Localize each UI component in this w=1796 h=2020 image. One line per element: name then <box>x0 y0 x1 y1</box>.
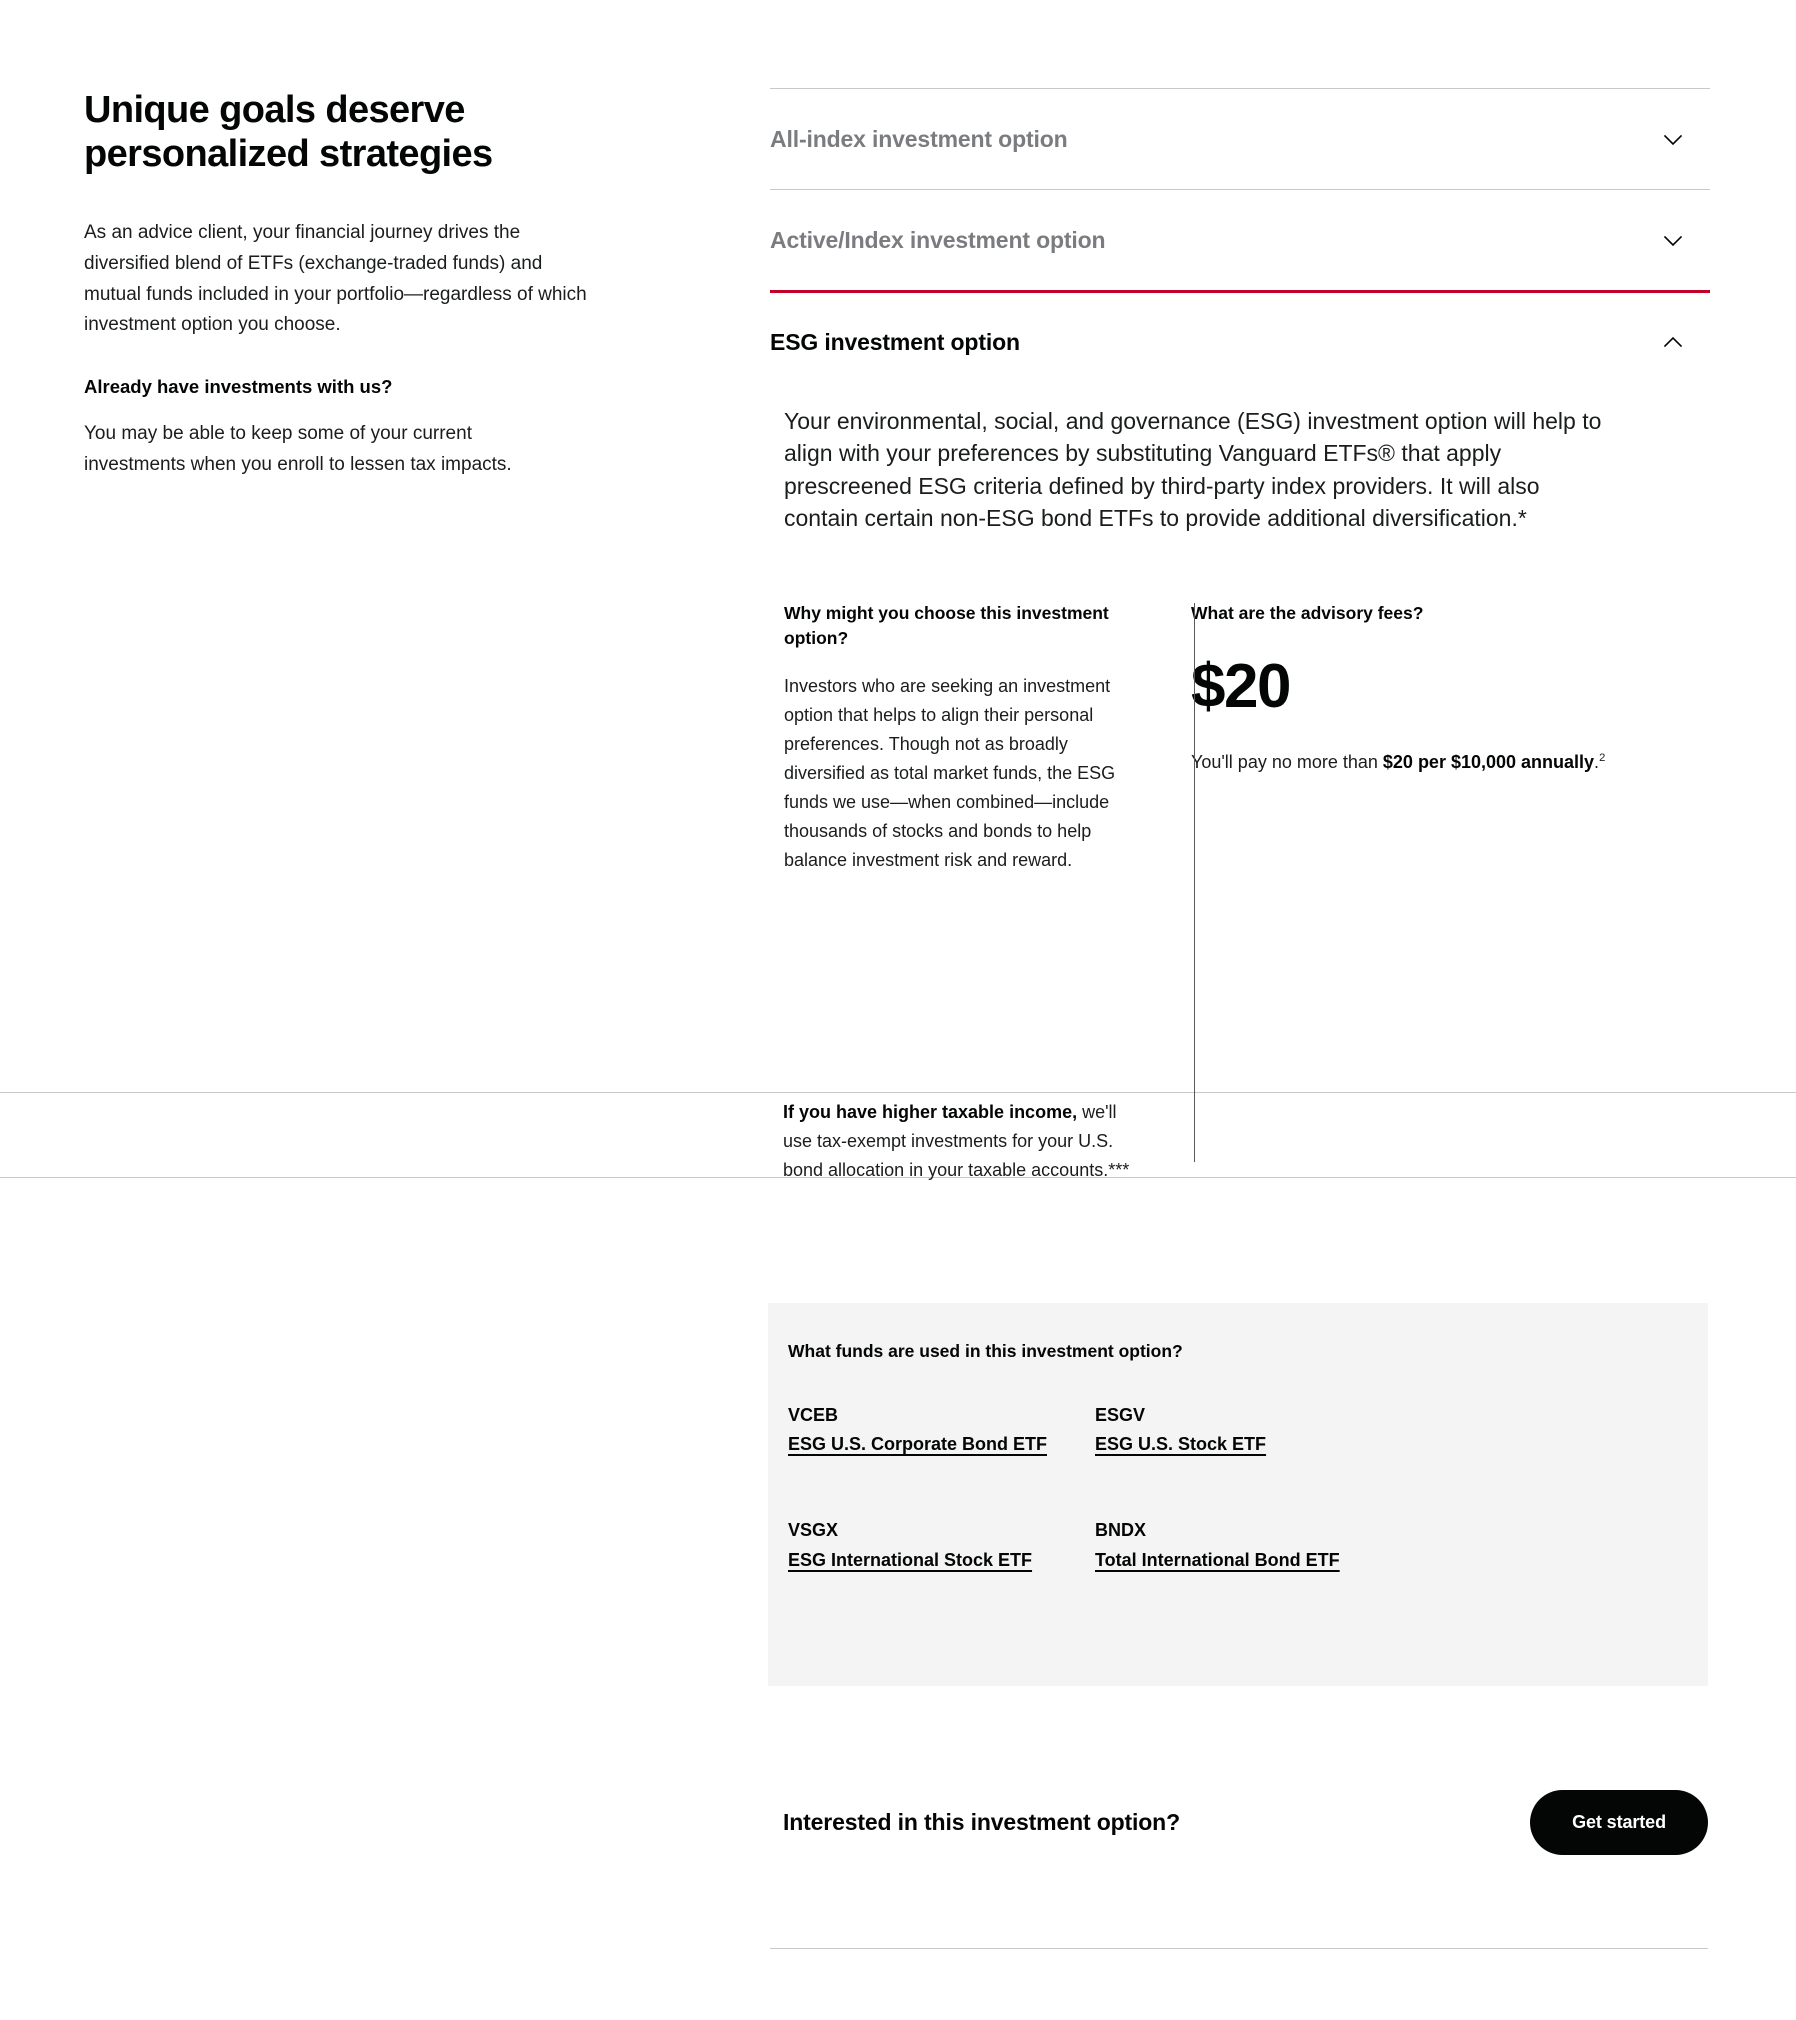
accordion-item-esg: ESG investment option Your environmental… <box>770 290 1710 1162</box>
column-divider <box>1194 602 1195 1162</box>
intro-column: Unique goals deserve personalized strate… <box>84 88 614 481</box>
funds-grid: VCEB ESG U.S. Corporate Bond ETF ESGV ES… <box>788 1404 1708 1634</box>
intro-paragraph: As an advice client, your financial jour… <box>84 222 587 336</box>
funds-heading: What funds are used in this investment o… <box>788 1341 1183 1361</box>
fund-item: VCEB ESG U.S. Corporate Bond ETF <box>788 1404 1095 1457</box>
fund-ticker: VSGX <box>788 1520 839 1541</box>
esg-detail-columns: Why might you choose this investment opt… <box>784 601 1710 1162</box>
why-choose-body: Investors who are seeking an investment … <box>784 676 1116 871</box>
bottom-divider <box>770 1948 1708 1949</box>
fund-name-link[interactable]: ESG U.S. Corporate Bond ETF <box>788 1434 1047 1454</box>
advisory-fee-amount: $20 <box>1191 651 1291 721</box>
tax-exempt-note: If you have higher taxable income, we'll… <box>783 1098 1143 1185</box>
fund-name-wrapper: ESG International Stock ETF <box>788 1548 1050 1573</box>
esg-description: Your environmental, social, and governan… <box>784 408 1602 532</box>
fee-note-bold: $20 per $10,000 annually <box>1382 751 1595 772</box>
full-width-divider-top <box>0 1092 1796 1093</box>
fund-name-wrapper: ESG U.S. Corporate Bond ETF <box>788 1432 1050 1457</box>
accordion-panel-esg: Your environmental, social, and governan… <box>770 405 1710 1162</box>
fund-ticker: ESGV <box>1095 1405 1146 1425</box>
why-choose-column: Why might you choose this investment opt… <box>784 601 1136 875</box>
accordion-header-all-index[interactable]: All-index investment option <box>770 88 1710 189</box>
tax-exempt-note-lead: If you have higher taxable income, <box>783 1102 1078 1122</box>
accordion-item-all-index: All-index investment option <box>770 88 1710 189</box>
advisory-fee-note: You'll pay no more than $20 per $10,000 … <box>1191 748 1631 776</box>
page-root: Unique goals deserve personalized strate… <box>0 0 1796 2020</box>
advisory-fees-heading: What are the advisory fees? <box>1191 602 1424 623</box>
chevron-up-icon[interactable] <box>1660 329 1686 355</box>
fund-name-wrapper: ESG U.S. Stock ETF <box>1095 1432 1357 1457</box>
accordion-header-esg[interactable]: ESG investment option <box>770 290 1710 391</box>
existing-investments-paragraph: You may be able to keep some of your cur… <box>84 422 512 475</box>
fund-item: VSGX ESG International Stock ETF <box>788 1519 1095 1572</box>
chevron-down-icon[interactable] <box>1660 126 1686 152</box>
page-title: Unique goals deserve personalized strate… <box>84 89 493 176</box>
accordion-title-esg: ESG investment option <box>770 328 1020 355</box>
accordion-title-active-index: Active/Index investment option <box>770 226 1106 253</box>
existing-investments-heading: Already have investments with us? <box>84 376 393 398</box>
fund-ticker: VCEB <box>788 1405 839 1425</box>
accordion-item-active-index: Active/Index investment option <box>770 189 1710 290</box>
why-choose-heading: Why might you choose this investment opt… <box>784 602 1109 648</box>
cta-question: Interested in this investment option? <box>783 1809 1180 1835</box>
accordion-header-active-index[interactable]: Active/Index investment option <box>770 189 1710 290</box>
accordion-title-all-index: All-index investment option <box>770 125 1068 152</box>
fund-name-link[interactable]: Total International Bond ETF <box>1095 1550 1340 1570</box>
fund-name-link[interactable]: ESG International Stock ETF <box>788 1550 1032 1570</box>
get-started-button[interactable]: Get started <box>1530 1790 1708 1855</box>
investment-options-accordion: All-index investment option Active/Index… <box>770 88 1710 1162</box>
fund-name-link[interactable]: ESG U.S. Stock ETF <box>1095 1434 1266 1454</box>
fund-item: ESGV ESG U.S. Stock ETF <box>1095 1404 1402 1457</box>
fee-note-footnote-marker: 2 <box>1599 751 1606 764</box>
fund-ticker: BNDX <box>1095 1520 1147 1541</box>
fund-name-wrapper: Total International Bond ETF <box>1095 1548 1357 1573</box>
cta-row: Interested in this investment option? Ge… <box>783 1790 1708 1855</box>
advisory-fees-column: What are the advisory fees? $20 You'll p… <box>1136 601 1606 875</box>
funds-panel: What funds are used in this investment o… <box>768 1303 1708 1687</box>
fund-item: BNDX Total International Bond ETF <box>1095 1519 1402 1572</box>
fee-note-prefix: You'll pay no more than <box>1191 751 1383 772</box>
chevron-down-icon[interactable] <box>1660 227 1686 253</box>
